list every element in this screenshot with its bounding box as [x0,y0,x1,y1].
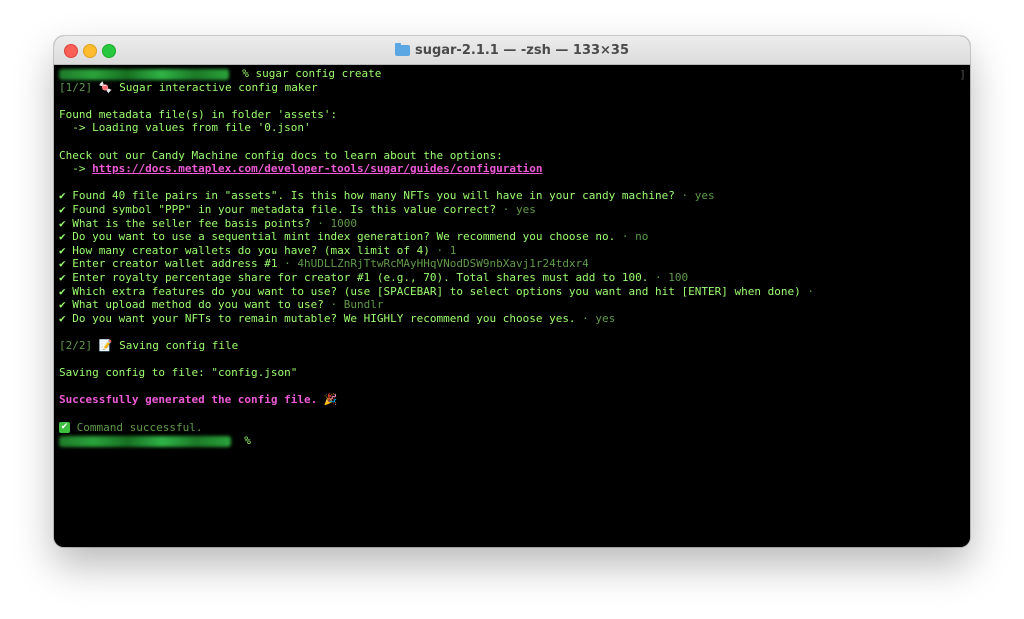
answer-question: ✔ Which extra features do you want to us… [59,284,801,298]
command-success-text: Command successful. [76,420,203,434]
prompt-line: % sugar config create [59,67,381,81]
answer-line: ✔ Do you want to use a sequential mint i… [59,230,648,244]
found-metadata-line: Found metadata file(s) in folder 'assets… [59,107,338,121]
answer-line: ✔ What upload method do you want to use?… [59,298,384,312]
prompt-symbol: % [242,67,249,80]
window-title: sugar-2.1.1 — -zsh — 133×35 [54,36,970,64]
step2-counter: [2/2] [59,339,93,352]
answer-question: ✔ Found 40 file pairs in "assets". Is th… [59,189,675,203]
answer-value: · 1 [429,243,457,257]
candy-icon: 🍬 [98,80,113,94]
command-text: sugar config create [255,67,382,80]
docs-link-line: -> https://docs.metaplex.com/developer-t… [59,162,542,176]
answer-question: ✔ What is the seller fee basis points? [59,216,311,230]
answer-value: · yes [496,203,536,216]
answer-value: · Bundlr [323,298,384,312]
answer-line: ✔ Enter royalty percentage share for cre… [59,271,688,285]
answer-value: · no [615,230,649,244]
command-success-line: ✔ Command successful. [59,421,202,435]
party-popper-icon: 🎉 [323,393,338,407]
answer-question: ✔ Do you want your NFTs to remain mutabl… [59,311,576,325]
folder-icon [394,42,410,56]
answer-value: · [800,284,814,298]
answer-value: · yes [575,311,616,325]
answer-question: ✔ Enter creator wallet address #1 [59,257,278,271]
memo-icon: 📝 [98,339,113,352]
docs-link[interactable]: https://docs.metaplex.com/developer-tool… [92,162,542,175]
answer-question: ✔ Found symbol "PPP" in your metadata fi… [59,203,497,216]
redacted-hostname [59,435,231,447]
terminal-output[interactable]: ] % sugar config create [1/2] 🍬 Sugar in… [54,65,970,547]
answer-line: ✔ What is the seller fee basis points? ·… [59,217,357,231]
step2-text: Saving config file [119,339,239,352]
answer-line: ✔ Found symbol "PPP" in your metadata fi… [59,203,536,217]
answer-question: ✔ What upload method do you want to use? [59,298,324,312]
step1-line: [1/2] 🍬 Sugar interactive config maker [59,81,318,95]
loading-values-line: -> Loading values from file '0.json' [59,121,311,135]
terminal-window: sugar-2.1.1 — -zsh — 133×35 ] % sugar co… [54,36,970,547]
step1-counter: [1/2] [59,80,93,94]
prompt-symbol: % [244,434,251,448]
step2-line: [2/2] 📝 Saving config file [59,339,238,353]
check-mark-icon: ✔ [59,422,70,434]
check-docs-line: Check out our Candy Machine config docs … [59,148,503,162]
step1-text: Sugar interactive config maker [119,80,318,94]
docs-arrow: -> [59,162,93,176]
answer-line: ✔ Which extra features do you want to us… [59,285,814,299]
answer-line: ✔ How many creator wallets do you have? … [59,244,456,258]
answer-question: ✔ How many creator wallets do you have? … [59,243,430,257]
saving-line: Saving config to file: "config.json" [59,366,298,380]
scroll-indicator: ] [959,68,966,81]
answer-line: ✔ Enter creator wallet address #1 · 4hUD… [59,257,589,271]
answer-line: ✔ Do you want your NFTs to remain mutabl… [59,312,615,326]
answer-value: · 1000 [310,216,358,230]
success-text: Successfully generated the config file. [59,393,318,407]
answer-line: ✔ Found 40 file pairs in "assets". Is th… [59,189,715,203]
answer-value: · 100 [648,271,689,284]
title-bar: sugar-2.1.1 — -zsh — 133×35 [54,36,970,65]
prompt-line: % [59,434,251,448]
answer-question: ✔ Enter royalty percentage share for cre… [59,271,649,284]
redacted-hostname [59,68,229,80]
answer-value: · yes [674,189,715,203]
answer-value: · 4hUDLLZnRjTtwRcMAyHHqVNodDSW9nbXavj1r2… [277,257,589,271]
answer-question: ✔ Do you want to use a sequential mint i… [59,230,616,244]
success-line: Successfully generated the config file. … [59,393,338,407]
window-title-text: sugar-2.1.1 — -zsh — 133×35 [414,42,630,58]
